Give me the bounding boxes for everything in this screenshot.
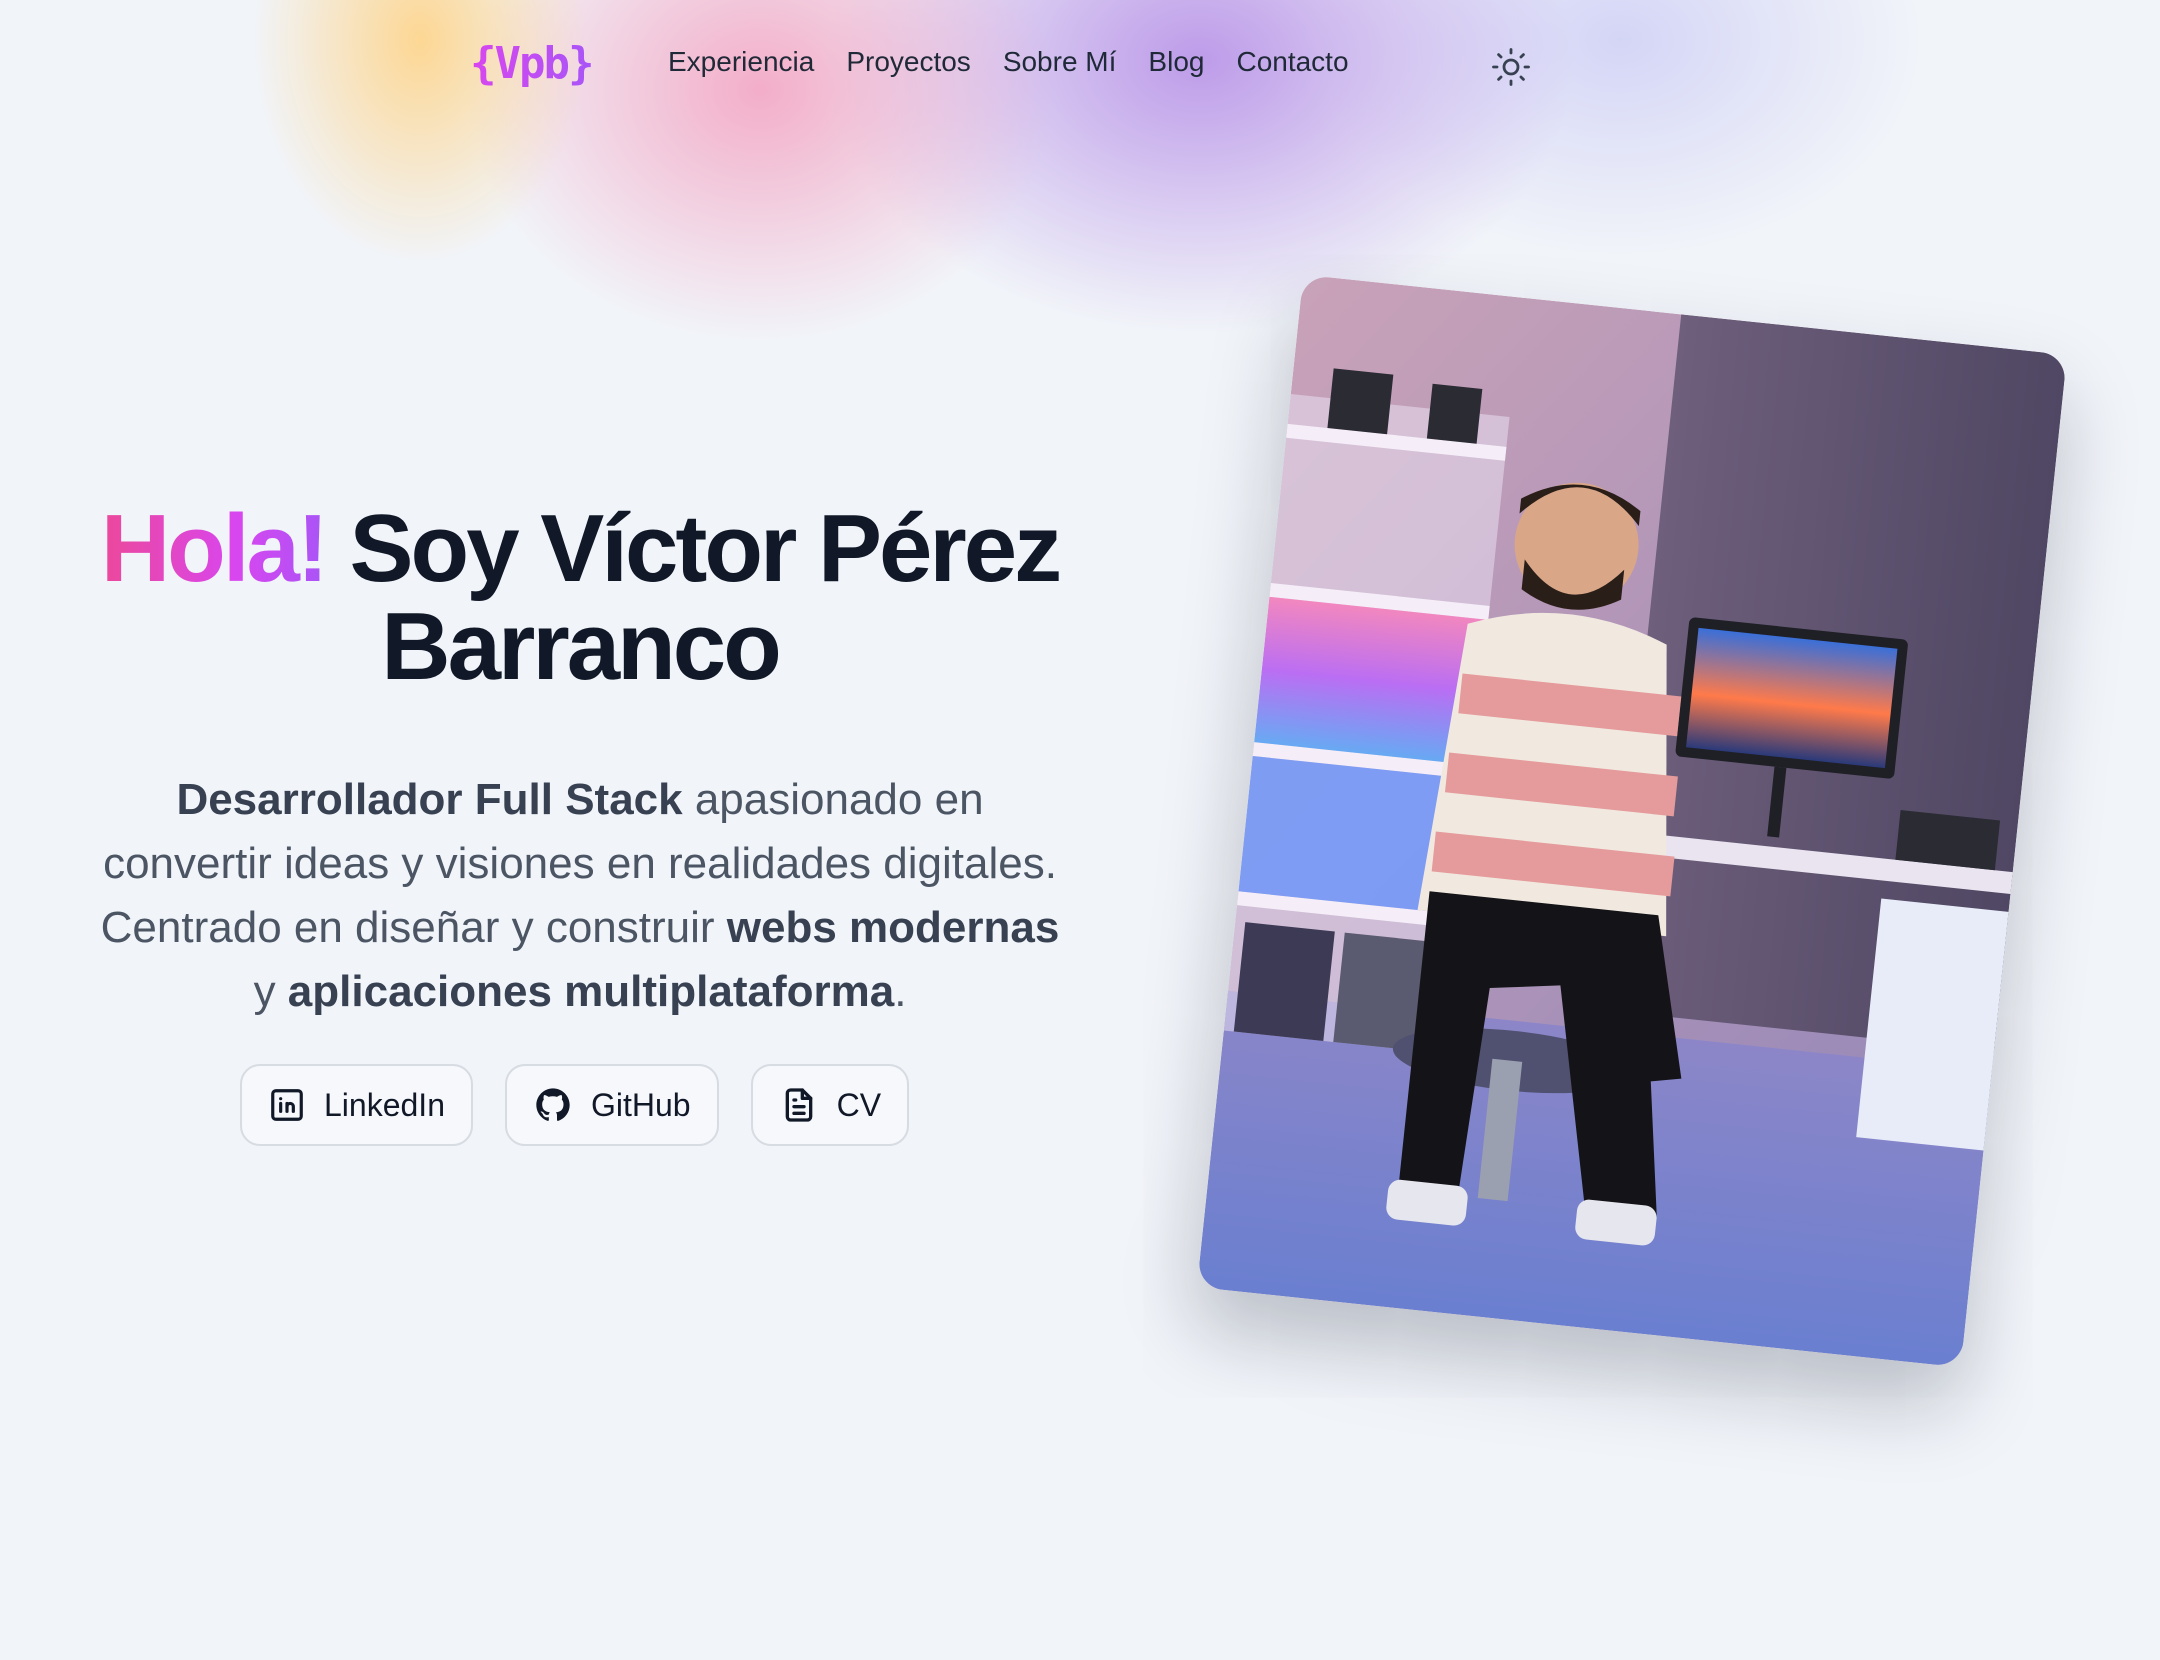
hero-description: Desarrollador Full Stack apasionado en c… <box>100 768 1060 1024</box>
nav-item-sobre-mi: Sobre Mí <box>1003 46 1117 78</box>
social-links: LinkedIn GitHub CV <box>240 1064 910 1146</box>
nav-link-sobre-mi[interactable]: Sobre Mí <box>1003 46 1117 77</box>
hero-name-line2: Barranco <box>381 593 781 700</box>
desc-role: Desarrollador Full Stack <box>176 775 683 824</box>
linkedin-icon <box>271 1089 303 1121</box>
github-button[interactable]: GitHub <box>504 1064 719 1146</box>
nav-item-contacto: Contacto <box>1236 46 1348 78</box>
hero-title: Hola! Soy Víctor Pérez Barranco <box>90 500 1070 696</box>
nav-link-proyectos[interactable]: Proyectos <box>846 46 971 77</box>
linkedin-button[interactable]: LinkedIn <box>240 1064 473 1146</box>
document-icon <box>785 1088 812 1122</box>
linkedin-label: LinkedIn <box>324 1086 445 1123</box>
sun-icon <box>1492 48 1530 86</box>
nav-item-experiencia: Experiencia <box>668 46 814 78</box>
hero-name-line1: Soy Víctor Pérez <box>325 495 1063 602</box>
hero-greeting: Hola! <box>100 495 329 602</box>
desc-text-3: . <box>894 967 907 1016</box>
profile-photo-illustration <box>1196 274 2068 1368</box>
github-icon <box>536 1088 570 1121</box>
nav-links: Experiencia Proyectos Sobre Mí Blog Cont… <box>668 46 1349 78</box>
top-navigation: {Vpb} Experiencia Proyectos Sobre Mí Blo… <box>0 0 2160 132</box>
cv-button[interactable]: CV <box>750 1064 910 1146</box>
desc-text-2: y <box>253 967 288 1016</box>
site-logo[interactable]: {Vpb} <box>470 38 594 89</box>
nav-item-proyectos: Proyectos <box>846 46 971 78</box>
nav-link-blog[interactable]: Blog <box>1148 46 1204 77</box>
theme-toggle-button[interactable] <box>1490 46 1532 88</box>
desc-webs: webs modernas <box>726 903 1060 952</box>
cv-label: CV <box>836 1086 882 1123</box>
nav-link-experiencia[interactable]: Experiencia <box>668 46 814 77</box>
profile-photo <box>1196 274 2068 1368</box>
desc-apps: aplicaciones multiplataforma <box>287 967 895 1016</box>
nav-item-blog: Blog <box>1148 46 1204 78</box>
nav-link-contacto[interactable]: Contacto <box>1236 46 1348 77</box>
github-label: GitHub <box>590 1086 691 1123</box>
